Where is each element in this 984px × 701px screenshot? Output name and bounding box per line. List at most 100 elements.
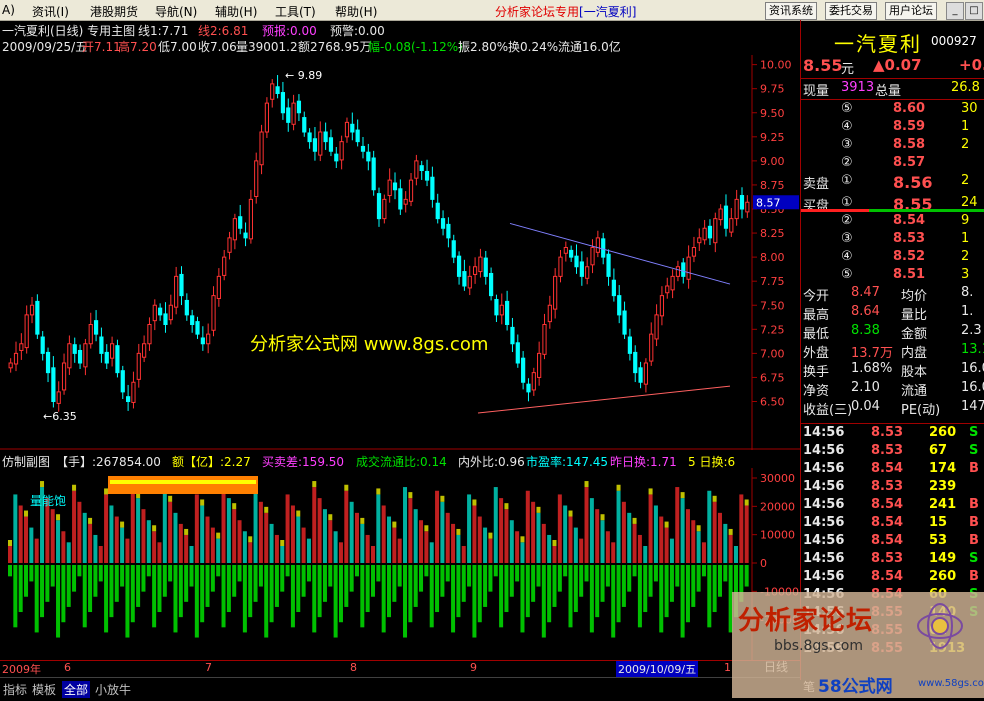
book-volume: 3 (961, 267, 970, 282)
stat-value: 1.68% (851, 361, 893, 376)
candle-body (312, 138, 318, 152)
book-spread-bar-red (801, 209, 869, 212)
buy-level-row[interactable]: ③ 8.53 1 (801, 231, 984, 249)
volume-cap (296, 510, 301, 517)
volume-neg-bar (435, 565, 440, 613)
buy-level-row[interactable]: ④ 8.52 2 (801, 249, 984, 267)
book-index: ④ (841, 249, 853, 264)
volume-bar (499, 498, 504, 563)
tab-template[interactable]: 模板 (32, 681, 56, 698)
volume-label: 量能饱 (30, 494, 67, 508)
minimize-icon[interactable]: _ (946, 2, 964, 20)
x-label-7: 7 (205, 661, 212, 674)
buy-level-row[interactable]: ⑤ 8.51 3 (801, 267, 984, 285)
volume-bar (82, 512, 87, 563)
x-label-10: 1 (724, 661, 731, 674)
volume-bar (157, 542, 162, 563)
volume-cap (584, 481, 589, 488)
now-vol-label: 现量 (803, 84, 830, 99)
candle-body (398, 188, 403, 210)
volume-bar (493, 487, 498, 563)
tab-all[interactable]: 全部 (62, 681, 91, 698)
volume-bar (280, 546, 285, 563)
volume-neg-bar (18, 565, 23, 613)
volume-neg-bar (648, 565, 653, 597)
menu-item-tools[interactable]: 工具(T) (275, 3, 316, 20)
candle-body (408, 179, 414, 202)
volume-bar (691, 520, 696, 563)
info-system-button[interactable]: 资讯系统 (765, 2, 817, 20)
volume-neg-bar (120, 565, 125, 587)
volume-neg-bar (568, 565, 573, 628)
volume-bar (733, 546, 738, 563)
volume-bar (429, 542, 434, 563)
menu-item-a[interactable]: A) (2, 3, 15, 17)
tick-time: 14:56 (803, 533, 845, 548)
candle-body (430, 176, 435, 200)
candle-body (323, 131, 328, 143)
candle-body (654, 314, 659, 340)
book-volume: 1 (961, 119, 970, 134)
trade-button[interactable]: 委托交易 (825, 2, 877, 20)
volume-bar (130, 487, 135, 563)
volume-bar (125, 538, 130, 563)
volume-bar (258, 501, 263, 563)
sell-level-row[interactable]: ⑤ 8.60 30 (801, 101, 984, 119)
volume-neg-bar (232, 565, 237, 597)
stat-row: 外盘 13.7万内盘 13.1 (801, 342, 984, 361)
tab-xiaofangniu[interactable]: 小放牛 (95, 681, 131, 698)
volume-bar (354, 512, 359, 563)
book-index: ① (841, 173, 853, 188)
book-index: ② (841, 213, 853, 228)
volume-bar (547, 534, 552, 563)
quote-panel: 一汽夏利 000927 8.55 元 ▲0.07 +0. 现量 3913 总量 … (764, 20, 984, 694)
sell-level-row[interactable]: 卖盘 ① 8.56 2 (801, 173, 984, 192)
volume-neg-bar (659, 565, 664, 633)
volume-neg-bar (424, 565, 429, 577)
volume-neg-bar (600, 565, 605, 602)
volume-neg-bar (717, 565, 722, 597)
tick-price: 8.54 (871, 515, 904, 530)
volume-bar (451, 523, 456, 563)
volume-neg-bar (691, 565, 696, 607)
volume-bar (61, 531, 66, 563)
menu-item-assist[interactable]: 辅助(H) (215, 3, 257, 20)
candle-body (510, 326, 515, 345)
menu-item-hk[interactable]: 港股期货 (90, 3, 138, 20)
buy-level-row[interactable]: ② 8.54 9 (801, 213, 984, 231)
sell-level-row[interactable]: ② 8.57 (801, 155, 984, 173)
tab-indicator[interactable]: 指标 (3, 681, 27, 698)
volume-neg-bar (376, 565, 381, 582)
stat-row: 最低 8.38 金额 2.3 (801, 323, 984, 342)
volume-bar (653, 505, 658, 563)
window-title: 分析家论坛专用[一汽夏利] (495, 5, 637, 19)
volume-bar (584, 487, 589, 563)
volume-neg-bar (189, 565, 194, 587)
volume-chart[interactable]: 3000020000100000-10000-20000 (0, 468, 800, 660)
candle-body (131, 381, 136, 403)
candle-body (627, 336, 632, 354)
maximize-icon[interactable]: □ (965, 2, 983, 20)
volume-bar (8, 546, 13, 563)
forum-button[interactable]: 用户论坛 (885, 2, 937, 20)
volume-bar (226, 498, 231, 563)
sell-level-row[interactable]: ④ 8.59 1 (801, 119, 984, 137)
volume-bar (392, 527, 397, 563)
tick-time: 14:56 (803, 479, 845, 494)
candle-body (302, 117, 307, 133)
candle-body (142, 343, 147, 358)
volume-bar (104, 494, 109, 563)
candle-body (152, 304, 157, 322)
price-chart[interactable]: 10.009.759.509.259.008.758.508.258.007.7… (0, 55, 800, 450)
x-axis: 2009年 6 7 8 9 2009/10/09/五 1 (0, 660, 800, 677)
sell-level-row[interactable]: ③ 8.58 2 (801, 137, 984, 155)
volume-neg-bar (381, 565, 386, 633)
menu-item-nav[interactable]: 导航(N) (155, 3, 197, 20)
tick-price: 8.54 (871, 497, 904, 512)
menu-item-help[interactable]: 帮助(H) (335, 3, 377, 20)
menu-item-info[interactable]: 资讯(I) (32, 3, 69, 20)
tick-side: B (969, 569, 979, 584)
volume-bar (328, 520, 333, 563)
volume-neg-bar (392, 565, 397, 602)
volume-neg-bar (24, 565, 29, 597)
